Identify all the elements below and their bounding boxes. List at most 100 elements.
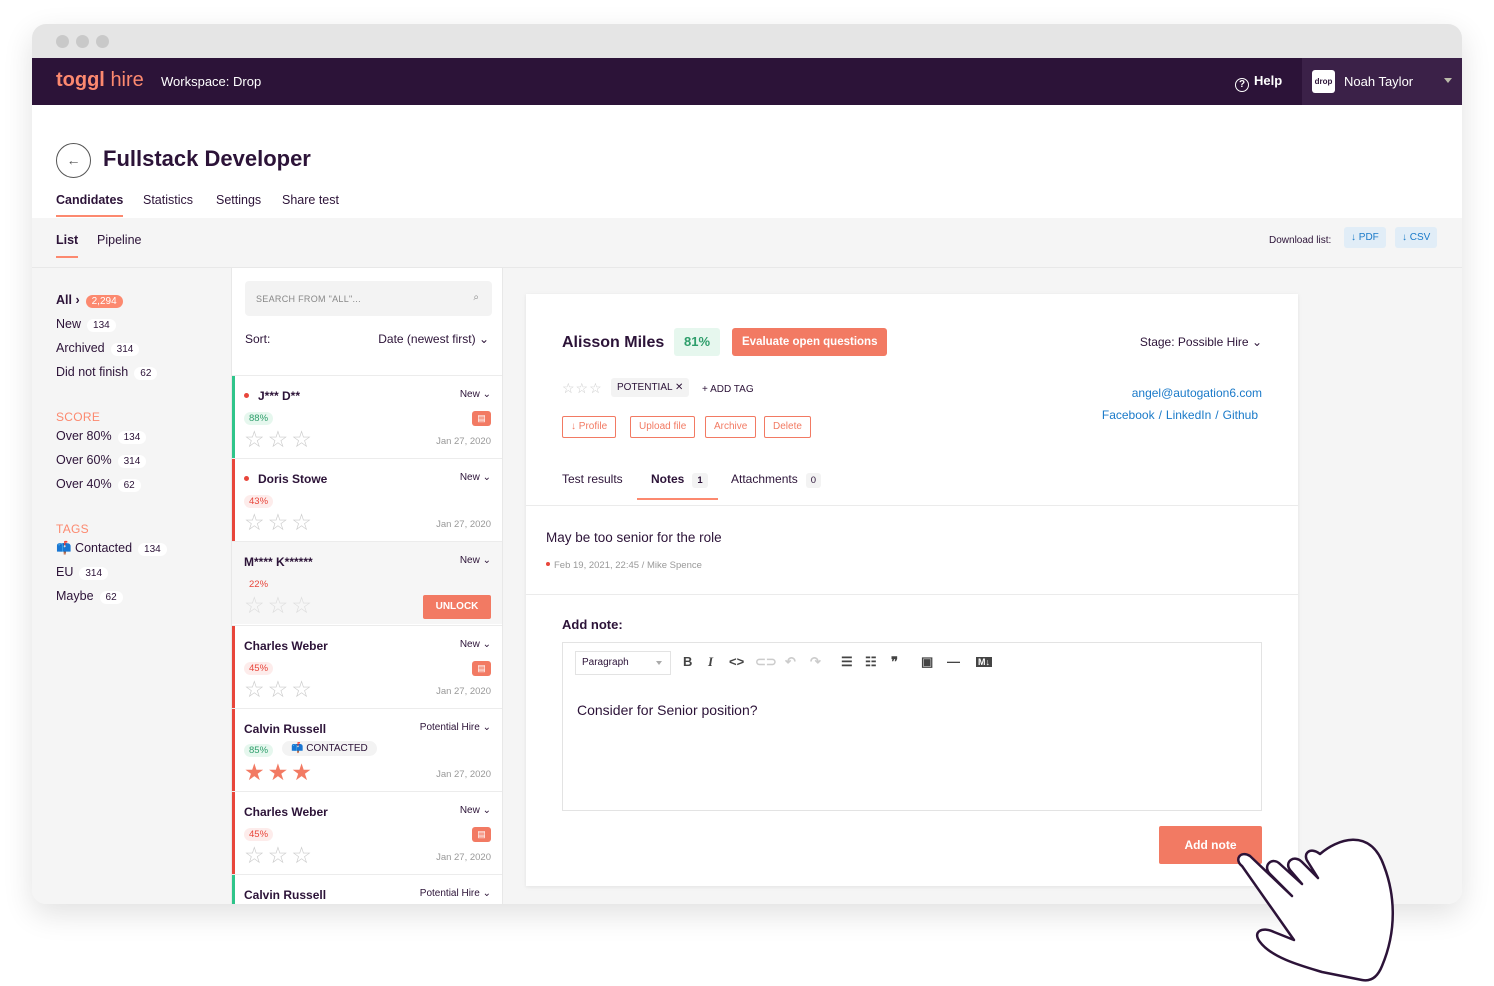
filter-score-80[interactable]: Over 80% 134	[56, 429, 147, 444]
star-rating[interactable]: ★★★	[244, 761, 315, 784]
window-dot[interactable]	[76, 35, 89, 48]
code-icon[interactable]: <>	[729, 654, 744, 669]
stage-dropdown[interactable]: New ⌄	[460, 389, 491, 400]
stage-dropdown[interactable]: Potential Hire ⌄	[420, 722, 491, 733]
score-badge: 45%	[244, 828, 274, 841]
list-item[interactable]: M**** K****** New ⌄ 22% ☆☆☆ UNLOCK	[232, 541, 502, 624]
stage-dropdown[interactable]: New ⌄	[460, 472, 491, 483]
download-csv-button[interactable]: ↓ CSV	[1395, 227, 1438, 248]
github-link[interactable]: Github	[1223, 408, 1258, 422]
archive-button[interactable]: Archive	[705, 416, 757, 438]
star-rating[interactable]: ☆☆☆	[244, 844, 315, 867]
stage-dropdown[interactable]: Stage: Possible Hire ⌄	[1140, 335, 1262, 349]
date-label: Jan 27, 2020	[436, 436, 491, 447]
profile-button[interactable]: ↓ Profile	[562, 416, 617, 438]
filter-new[interactable]: New 134	[56, 317, 116, 332]
list-item[interactable]: Charles Weber New ⌄ ▤ 45% ☆☆☆ Jan 27, 20…	[232, 625, 502, 708]
list-item[interactable]: Calvin Russell Potential Hire ⌄	[232, 874, 502, 904]
stage-dropdown[interactable]: Potential Hire ⌄	[420, 888, 491, 899]
redo-icon[interactable]: ↷	[810, 654, 821, 670]
toggl-hire-logo[interactable]: toggl hire	[56, 69, 144, 92]
document-icon[interactable]: ▤	[472, 827, 491, 842]
bullet-list-icon[interactable]: ☰	[841, 654, 853, 670]
download-label: Download list:	[1269, 235, 1332, 246]
arrow-down-icon: ↓	[571, 421, 576, 432]
caret-down-icon	[1444, 78, 1452, 83]
italic-icon[interactable]: I	[708, 654, 713, 670]
tab-attachments[interactable]: Attachments 0	[731, 472, 821, 488]
sort-dropdown[interactable]: Date (newest first) ⌄	[378, 332, 489, 346]
editor-text: Consider for Senior position?	[577, 702, 758, 718]
score-badge: 45%	[244, 662, 274, 675]
note-meta: Feb 19, 2021, 22:45 / Mike Spence	[546, 560, 702, 571]
horizontal-rule-icon[interactable]: —	[947, 654, 960, 669]
close-icon[interactable]: ✕	[675, 382, 683, 393]
note-text: May be too senior for the role	[546, 530, 722, 545]
filter-tag-contacted[interactable]: 📫 Contacted 134	[56, 541, 167, 556]
arrow-down-icon: ↓	[1351, 232, 1356, 243]
download-pdf-button[interactable]: ↓ PDF	[1344, 227, 1386, 248]
undo-icon[interactable]: ↶	[785, 654, 796, 670]
divider	[526, 505, 1298, 506]
email-link[interactable]: angel@autogation6.com	[1132, 386, 1262, 400]
paragraph-select[interactable]: Paragraph	[575, 651, 671, 675]
help-button[interactable]: ? Help	[1235, 73, 1282, 92]
upload-file-button[interactable]: Upload file	[630, 416, 696, 438]
note-editor[interactable]: Paragraph B I <> ⊂⊃ ↶ ↷ ☰ ☷ ❞ ▣ — M↓ Con…	[562, 642, 1262, 811]
numbered-list-icon[interactable]: ☷	[865, 654, 877, 670]
divider	[526, 594, 1298, 595]
tab-list[interactable]: List	[56, 233, 79, 258]
search-input[interactable]: SEARCH FROM "ALL"... ⌕	[245, 281, 492, 316]
browser-window: toggl hire Workspace: Drop ? Help drop No…	[32, 24, 1462, 904]
back-button[interactable]: ←	[56, 143, 91, 178]
tab-candidates[interactable]: Candidates	[56, 193, 124, 217]
stage-dropdown[interactable]: New ⌄	[460, 555, 491, 566]
tab-test-results[interactable]: Test results	[562, 472, 623, 486]
tab-statistics[interactable]: Statistics	[143, 193, 193, 207]
star-rating[interactable]: ☆☆☆	[244, 511, 315, 534]
filter-tag-eu[interactable]: EU 314	[56, 565, 109, 580]
document-icon[interactable]: ▤	[472, 411, 491, 426]
filter-did-not-finish[interactable]: Did not finish 62	[56, 365, 158, 380]
filter-all[interactable]: All › 2,294	[56, 293, 123, 308]
image-icon[interactable]: ▣	[921, 654, 933, 670]
user-menu[interactable]: drop Noah Taylor	[1302, 58, 1462, 105]
stage-dropdown[interactable]: New ⌄	[460, 805, 491, 816]
list-item[interactable]: Doris Stowe New ⌄ 43% ☆☆☆ Jan 27, 2020	[232, 458, 502, 541]
linkedin-link[interactable]: LinkedIn	[1166, 408, 1211, 422]
tab-share-test[interactable]: Share test	[282, 193, 339, 207]
window-dot[interactable]	[96, 35, 109, 48]
list-item[interactable]: J*** D** New ⌄ ▤ 88% ☆☆☆ Jan 27, 2020	[232, 375, 502, 458]
facebook-link[interactable]: Facebook	[1102, 408, 1155, 422]
tab-pipeline[interactable]: Pipeline	[97, 233, 141, 247]
user-name: Noah Taylor	[1344, 74, 1414, 89]
markdown-icon[interactable]: M↓	[976, 657, 992, 667]
filter-tag-maybe[interactable]: Maybe 62	[56, 589, 123, 604]
date-label: Jan 27, 2020	[436, 769, 491, 780]
tab-notes[interactable]: Notes 1	[637, 472, 718, 500]
link-icon[interactable]: ⊂⊃	[755, 654, 777, 670]
list-item[interactable]: Calvin Russell Potential Hire ⌄ 85% 📫 CO…	[232, 708, 502, 791]
unlock-button[interactable]: UNLOCK	[423, 595, 491, 619]
date-label: Jan 27, 2020	[436, 519, 491, 530]
window-dot[interactable]	[56, 35, 69, 48]
star-rating[interactable]: ☆☆☆	[244, 678, 315, 701]
list-item[interactable]: Charles Weber New ⌄ ▤ 45% ☆☆☆ Jan 27, 20…	[232, 791, 502, 874]
quote-icon[interactable]: ❞	[891, 654, 898, 670]
delete-button[interactable]: Delete	[764, 416, 811, 438]
filter-score-60[interactable]: Over 60% 314	[56, 453, 147, 468]
bold-icon[interactable]: B	[683, 654, 692, 669]
evaluate-open-questions-button[interactable]: Evaluate open questions	[732, 328, 888, 356]
tab-settings[interactable]: Settings	[216, 193, 261, 207]
star-rating[interactable]: ☆☆☆	[244, 428, 315, 451]
search-icon: ⌕	[473, 292, 479, 303]
filter-archived[interactable]: Archived 314	[56, 341, 140, 356]
add-tag-button[interactable]: + ADD TAG	[702, 384, 754, 395]
add-note-label: Add note:	[562, 617, 623, 632]
stage-dropdown[interactable]: New ⌄	[460, 639, 491, 650]
document-icon[interactable]: ▤	[472, 661, 491, 676]
star-rating[interactable]: ☆☆☆	[562, 380, 603, 397]
social-links: Facebook / LinkedIn / Github	[1101, 408, 1258, 422]
date-label: Jan 27, 2020	[436, 852, 491, 863]
filter-score-40[interactable]: Over 40% 62	[56, 477, 141, 492]
